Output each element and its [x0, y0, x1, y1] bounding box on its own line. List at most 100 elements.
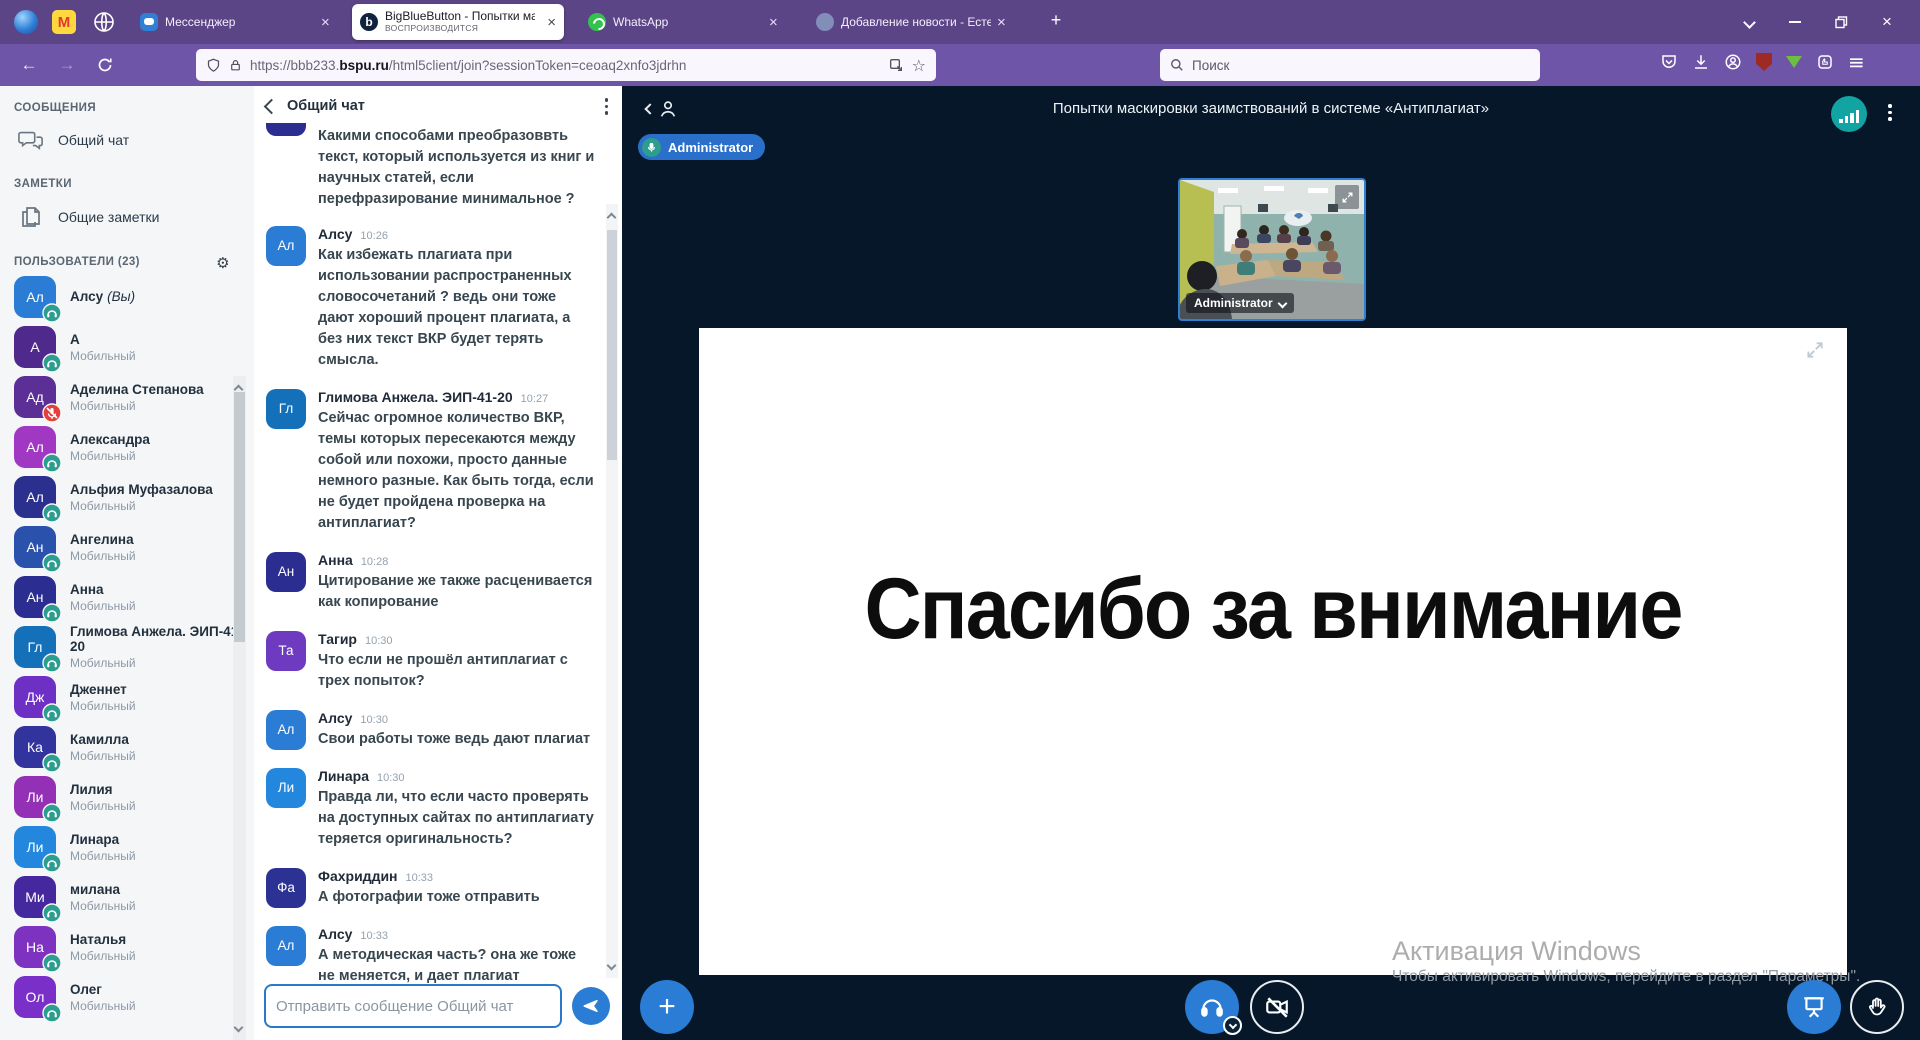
- user-list-item[interactable]: Ол Олег Мобильный: [0, 972, 254, 1022]
- headphones-badge-icon: [42, 603, 62, 623]
- headphones-badge-icon: [42, 1003, 62, 1023]
- tab-close-icon[interactable]: ×: [769, 14, 778, 31]
- manage-users-gear-icon[interactable]: ⚙: [216, 254, 230, 272]
- back-button[interactable]: ←: [16, 52, 42, 78]
- browser-navbar: ← → https://bbb233.bspu.ru/html5client/j…: [0, 44, 1920, 86]
- tab-close-icon[interactable]: ×: [997, 14, 1006, 31]
- scrollbar-thumb[interactable]: [234, 392, 245, 642]
- chat-message: Гл Глимова Анжела. ЭИП-41-20 10:27 Сейча…: [266, 389, 596, 534]
- muted-mic-badge-icon: [42, 403, 62, 423]
- bookmark-star-icon[interactable]: ☆: [912, 56, 926, 75]
- user-avatar: Ал: [14, 426, 56, 468]
- pinned-app-icon[interactable]: [14, 10, 38, 34]
- camera-off-button[interactable]: [1250, 980, 1304, 1034]
- options-kebab-icon[interactable]: [1888, 104, 1892, 121]
- user-list-item[interactable]: Ли Линара Мобильный: [0, 822, 254, 872]
- scroll-down-icon[interactable]: [235, 1018, 242, 1036]
- user-list-item[interactable]: Ан Анна Мобильный: [0, 572, 254, 622]
- headphones-badge-icon: [42, 553, 62, 573]
- webcam-user-dropdown[interactable]: Administrator: [1186, 293, 1294, 313]
- user-list-item[interactable]: На Наталья Мобильный: [0, 922, 254, 972]
- addon-hand-icon[interactable]: [1816, 53, 1834, 71]
- chat-options-kebab-icon[interactable]: [605, 98, 609, 115]
- tab-messenger[interactable]: Мессенджер ×: [132, 4, 344, 40]
- message-sender: Глимова Анжела. ЭИП-41-20: [318, 389, 513, 405]
- avatar-initials: Ан: [26, 539, 43, 555]
- globe-icon[interactable]: [92, 10, 116, 34]
- reload-button[interactable]: [92, 52, 118, 78]
- site-icon: [816, 13, 834, 31]
- search-bar[interactable]: Поиск: [1160, 49, 1540, 81]
- slide-fullscreen-button[interactable]: [1805, 340, 1825, 365]
- user-list-item[interactable]: Ал Алсу(Вы): [0, 272, 254, 322]
- sidebar-item-shared-notes[interactable]: Общие заметки: [0, 194, 254, 240]
- pocket-icon[interactable]: [1660, 53, 1678, 71]
- raise-hand-button[interactable]: [1850, 980, 1904, 1034]
- chat-message: Ан Анна 10:28 Цитирование же также расце…: [266, 552, 596, 613]
- tab-whatsapp[interactable]: WhatsApp ×: [580, 4, 792, 40]
- actions-plus-button[interactable]: +: [640, 980, 694, 1034]
- user-list-item[interactable]: А А Мобильный: [0, 322, 254, 372]
- user-list-item[interactable]: Ли Лилия Мобильный: [0, 772, 254, 822]
- tab-close-icon[interactable]: ×: [547, 14, 556, 31]
- user-avatar: Ми: [14, 876, 56, 918]
- chat-title[interactable]: Общий чат: [287, 98, 605, 114]
- webcam-fullscreen-button[interactable]: [1335, 185, 1359, 209]
- chat-back-chevron-icon[interactable]: [264, 98, 280, 114]
- meeting-title: Попытки маскировки заимствований в систе…: [622, 100, 1920, 117]
- ublock-icon[interactable]: [1756, 53, 1772, 71]
- message-time: 10:33: [360, 930, 388, 942]
- account-icon[interactable]: [1724, 53, 1742, 71]
- scroll-down-icon[interactable]: [608, 956, 615, 974]
- send-message-button[interactable]: [572, 987, 610, 1025]
- screenshot-icon[interactable]: [888, 57, 904, 73]
- message-avatar: Ал: [266, 926, 306, 966]
- webcam-video[interactable]: Administrator: [1178, 178, 1366, 321]
- user-device-label: Мобильный: [70, 549, 138, 563]
- forward-button[interactable]: →: [54, 52, 80, 78]
- audio-headphones-button[interactable]: [1185, 980, 1239, 1034]
- scrollbar-thumb[interactable]: [607, 230, 617, 460]
- user-list-item[interactable]: Ка Камилла Мобильный: [0, 722, 254, 772]
- mail-icon[interactable]: М: [52, 10, 76, 34]
- restore-button[interactable]: [1818, 0, 1864, 44]
- headphones-badge-icon: [42, 953, 62, 973]
- user-status-badge: [42, 803, 62, 823]
- chat-message-input[interactable]: Отправить сообщение Общий чат: [264, 984, 562, 1028]
- user-list-scrollbar[interactable]: [233, 376, 246, 1040]
- sidebar: СООБЩЕНИЯ Общий чат ЗАМЕТКИ Общие заметк…: [0, 86, 254, 1040]
- minimize-button[interactable]: [1772, 0, 1818, 44]
- lock-icon[interactable]: [229, 58, 242, 73]
- user-list-item[interactable]: Ал Альфия Муфазалова Мобильный: [0, 472, 254, 522]
- savefrom-arrow-icon[interactable]: [1786, 56, 1802, 68]
- user-list-item[interactable]: Ад Аделина Степанова Мобильный: [0, 372, 254, 422]
- new-tab-button[interactable]: +: [1044, 10, 1068, 31]
- talking-indicator[interactable]: Administrator: [638, 134, 765, 160]
- headphones-badge-icon: [42, 453, 62, 473]
- close-window-button[interactable]: ×: [1864, 0, 1910, 44]
- connection-status-button[interactable]: [1831, 96, 1867, 132]
- shield-icon[interactable]: [206, 57, 221, 74]
- headphones-badge-icon: [42, 503, 62, 523]
- scroll-up-icon[interactable]: [608, 208, 615, 226]
- sidebar-item-public-chat[interactable]: Общий чат: [0, 118, 254, 162]
- user-list-item[interactable]: Гл Глимова Анжела. ЭИП-41-20 Мобильный: [0, 622, 254, 672]
- user-avatar: Ан: [14, 526, 56, 568]
- chat-bubbles-icon: [18, 128, 44, 152]
- downloads-icon[interactable]: [1692, 53, 1710, 71]
- user-list-item[interactable]: Дж Дженнет Мобильный: [0, 672, 254, 722]
- chat-scrollbar[interactable]: [606, 204, 618, 978]
- audio-options-chevron[interactable]: [1223, 1016, 1242, 1035]
- bbb-app: СООБЩЕНИЯ Общий чат ЗАМЕТКИ Общие заметк…: [0, 86, 1920, 1040]
- user-status-badge: [42, 753, 62, 773]
- url-bar[interactable]: https://bbb233.bspu.ru/html5client/join?…: [196, 49, 936, 81]
- menu-hamburger-icon[interactable]: ≡: [1848, 52, 1865, 72]
- tab-close-icon[interactable]: ×: [321, 14, 330, 31]
- user-list-item[interactable]: Ми милана Мобильный: [0, 872, 254, 922]
- user-list-item[interactable]: Ал Александра Мобильный: [0, 422, 254, 472]
- tab-list-chevron-icon[interactable]: [1726, 0, 1772, 44]
- tab-news[interactable]: Добавление новости - Естеств ×: [808, 4, 1020, 40]
- tab-bigbluebutton[interactable]: b BigBlueButton - Попытки маск ВОСПРОИЗВ…: [352, 4, 564, 40]
- restore-presentation-button[interactable]: [1787, 980, 1841, 1034]
- user-list-item[interactable]: Ан Ангелина Мобильный: [0, 522, 254, 572]
